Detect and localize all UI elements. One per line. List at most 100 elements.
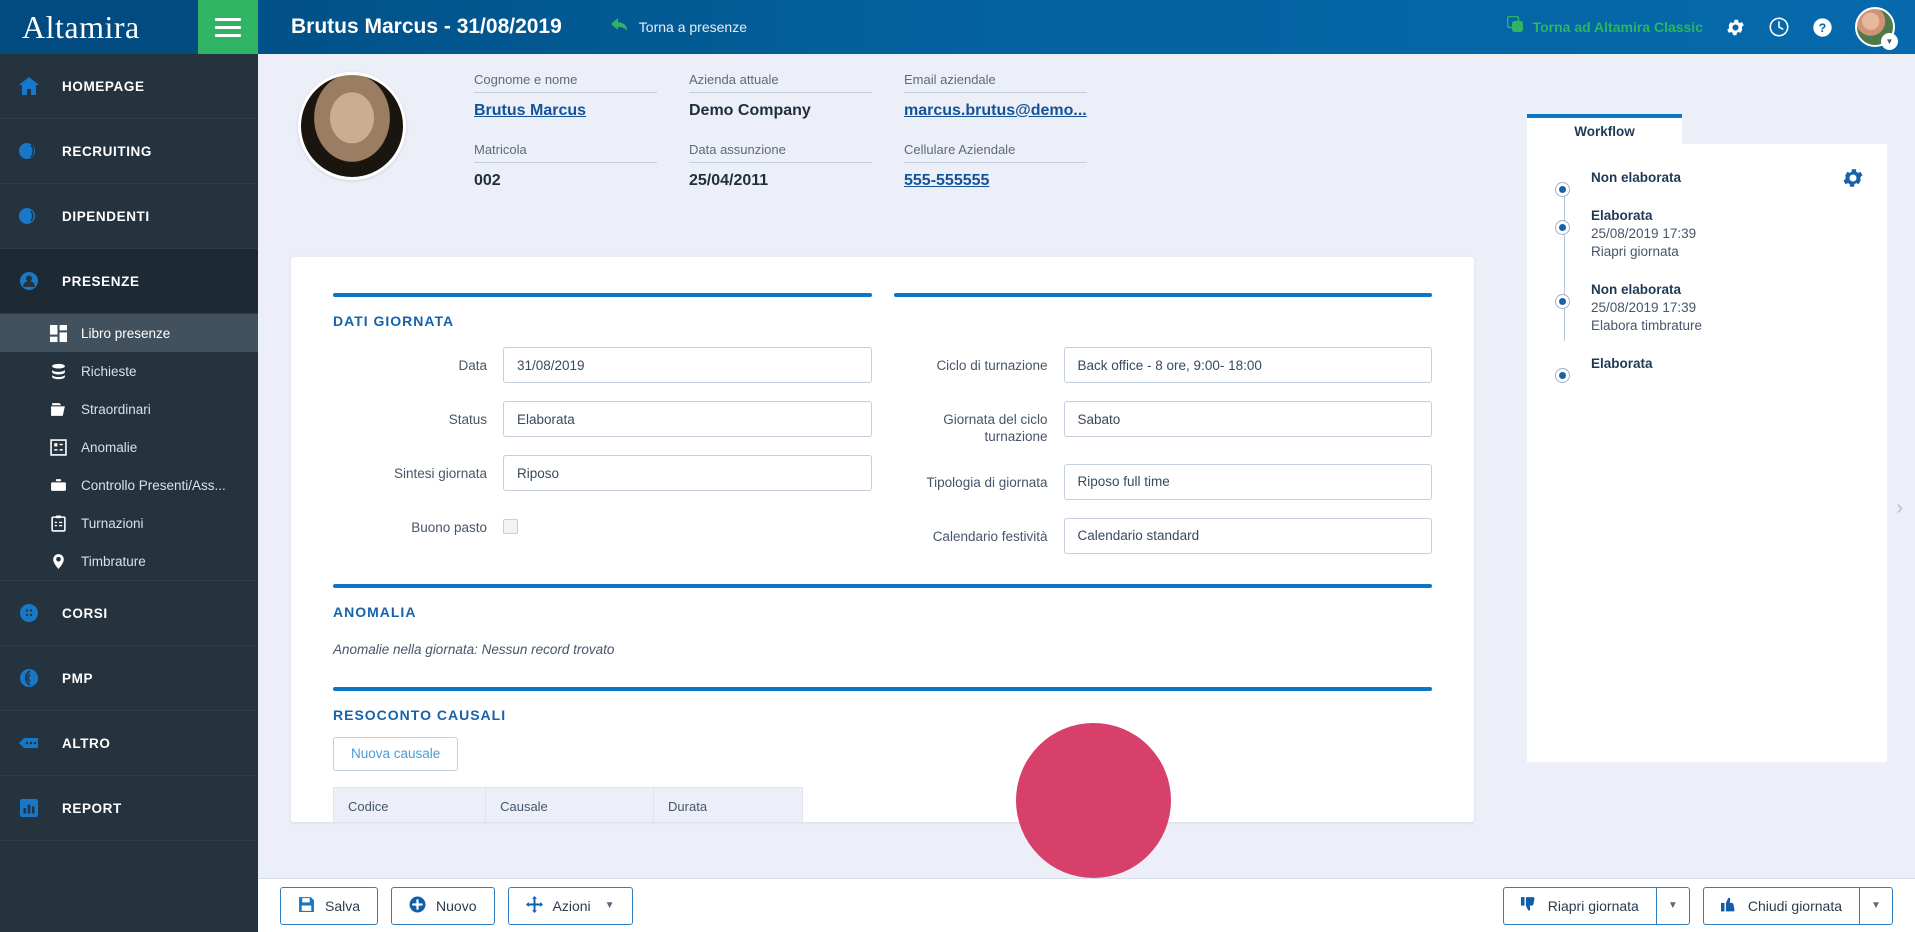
nuova-causale-button[interactable]: Nuova causale xyxy=(333,736,459,771)
reopen-day-button[interactable]: Riapri giornata xyxy=(1502,886,1656,925)
page-title: Brutus Marcus - 31/08/2019 xyxy=(291,15,562,38)
close-day-button[interactable]: Chiudi giornata xyxy=(1702,886,1859,925)
giornata-ciclo-input[interactable]: Sabato xyxy=(1063,401,1432,437)
main-content: Cognome e nome Brutus Marcus Matricola 0… xyxy=(258,54,1915,932)
employee-field: Cognome e nome Brutus Marcus xyxy=(474,72,689,120)
home-icon xyxy=(14,74,44,98)
sidebar-label: PRESENZE xyxy=(62,273,140,289)
field-label: Data xyxy=(458,358,487,373)
employee-photo xyxy=(298,72,406,180)
sidebar-item-timbrature[interactable]: Timbrature xyxy=(0,542,258,580)
day-data-form: Data 31/08/2019 Status Elaborata Sintesi… xyxy=(291,329,1474,554)
employee-field: Data assunzione 25/04/2011 xyxy=(689,142,904,190)
top-bar: Altamira Brutus Marcus - 31/08/2019 Torn… xyxy=(0,0,1915,54)
form-row-sintesi: Sintesi giornata Riposo xyxy=(333,455,872,491)
sidebar-item-recruiting[interactable]: RECRUITING xyxy=(0,119,258,184)
recruiting-icon xyxy=(14,139,44,163)
field-value[interactable]: Brutus Marcus xyxy=(474,93,689,120)
new-label: Nuovo xyxy=(436,897,477,914)
altamira-classic-link[interactable]: Torna ad Altamira Classic xyxy=(1506,15,1703,38)
back-to-attendance-link[interactable]: Torna a presenze xyxy=(610,17,747,37)
field-value[interactable]: marcus.brutus@demo... xyxy=(904,93,1119,120)
sidebar: HOMEPAGE RECRUITING DIPENDENTI PRESENZE … xyxy=(0,54,258,932)
form-column-left: Data 31/08/2019 Status Elaborata Sintesi… xyxy=(333,329,872,554)
field-label: Buono pasto xyxy=(411,520,487,535)
workflow-step: Non elaborata xyxy=(1555,170,1867,197)
sidebar-label: DIPENDENTI xyxy=(62,208,150,224)
field-label: Email aziendale xyxy=(904,72,1087,93)
sidebar-label: ALTRO xyxy=(62,735,111,751)
sidebar-label: PMP xyxy=(62,670,94,686)
new-button[interactable]: Nuovo xyxy=(391,886,495,925)
sidebar-label: CORSI xyxy=(62,605,108,621)
sidebar-item-controllo-presenti[interactable]: Controllo Presenti/Ass... xyxy=(0,466,258,504)
chevron-down-icon[interactable]: ▼ xyxy=(605,900,615,911)
help-icon[interactable]: ? xyxy=(1812,17,1833,38)
sidebar-item-richieste[interactable]: Richieste xyxy=(0,352,258,390)
column-header-durata: Durata xyxy=(653,786,803,822)
workflow-step-action: Riapri giornata xyxy=(1591,244,1679,259)
form-row-data: Data 31/08/2019 xyxy=(333,347,872,383)
save-button[interactable]: Salva xyxy=(280,886,379,925)
status-input[interactable]: Elaborata xyxy=(503,401,872,437)
sidebar-item-presenze[interactable]: PRESENZE xyxy=(0,249,258,314)
save-icon xyxy=(298,896,315,916)
sidebar-item-altro[interactable]: ALTRO xyxy=(0,711,258,776)
sidebar-sub-label: Anomalie xyxy=(81,439,138,455)
workflow-step-state: Non elaborata xyxy=(1591,170,1682,185)
top-bar-actions: Torna ad Altamira Classic ? ▼ xyxy=(1506,7,1915,50)
actions-button[interactable]: Azioni ▼ xyxy=(507,886,633,925)
calendario-festivita-input[interactable]: Calendario standard xyxy=(1063,517,1432,554)
tab-workflow[interactable]: Workflow xyxy=(1527,114,1682,144)
workflow-step-timestamp: 25/08/2019 17:39 xyxy=(1591,300,1697,315)
buono-pasto-checkbox[interactable] xyxy=(503,519,518,534)
bottom-toolbar: Salva Nuovo Azioni ▼ Riapri giornata ▼ C… xyxy=(258,878,1915,932)
sidebar-item-dipendenti[interactable]: DIPENDENTI xyxy=(0,184,258,249)
ciclo-turnazione-input[interactable]: Back office - 8 ore, 9:00- 18:00 xyxy=(1063,347,1432,383)
gear-icon[interactable] xyxy=(1725,17,1746,38)
sidebar-item-report[interactable]: REPORT xyxy=(0,776,258,841)
sidebar-sub-label: Straordinari xyxy=(81,401,151,417)
sidebar-item-anomalie[interactable]: Anomalie xyxy=(0,428,258,466)
pmp-icon xyxy=(14,666,44,690)
table-header-row: Codice Causale Durata xyxy=(332,786,803,822)
sidebar-sub-label: Richieste xyxy=(81,363,137,379)
sintesi-giornata-input[interactable]: Riposo xyxy=(503,455,872,491)
employee-fields: Cognome e nome Brutus Marcus Matricola 0… xyxy=(474,72,1119,212)
form-row-buono-pasto: Buono pasto xyxy=(333,509,872,537)
chevron-down-icon[interactable]: ▼ xyxy=(1859,886,1893,925)
chevron-down-icon[interactable]: ▼ xyxy=(1881,33,1898,50)
courses-icon xyxy=(14,601,44,625)
field-value[interactable]: 555-555555 xyxy=(904,163,1119,190)
rule-right xyxy=(893,293,1432,297)
section-rules xyxy=(291,257,1474,297)
field-value: 25/04/2011 xyxy=(689,172,769,189)
form-row-ciclo-turnazione: Ciclo di turnazione Back office - 8 ore,… xyxy=(894,347,1432,383)
sidebar-item-homepage[interactable]: HOMEPAGE xyxy=(0,54,258,119)
thumbs-down-icon xyxy=(1520,896,1538,916)
sidebar-item-corsi[interactable]: CORSI xyxy=(0,581,258,646)
next-day-arrow[interactable]: › xyxy=(1896,497,1903,520)
sidebar-sub-label: Turnazioni xyxy=(81,515,144,531)
clock-icon[interactable] xyxy=(1768,16,1790,38)
sidebar-item-libro-presenze[interactable]: Libro presenze xyxy=(0,314,258,352)
column-header-codice: Codice xyxy=(332,786,487,822)
hamburger-icon[interactable] xyxy=(198,0,258,54)
sidebar-label: REPORT xyxy=(62,800,122,816)
employee-field: Azienda attuale Demo Company xyxy=(689,72,904,120)
other-icon xyxy=(14,731,44,755)
field-label: Azienda attuale xyxy=(689,72,872,93)
decorative-circle xyxy=(1016,723,1171,878)
sidebar-item-turnazioni[interactable]: Turnazioni xyxy=(0,504,258,542)
sidebar-item-pmp[interactable]: PMP xyxy=(0,646,258,711)
chevron-down-icon[interactable]: ▼ xyxy=(1655,886,1690,925)
report-icon xyxy=(14,796,44,820)
data-input[interactable]: 31/08/2019 xyxy=(503,347,872,383)
pin-icon xyxy=(48,553,68,570)
avatar[interactable]: ▼ xyxy=(1855,7,1898,50)
field-label: Ciclo di turnazione xyxy=(936,358,1048,373)
tipologia-giornata-input[interactable]: Riposo full time xyxy=(1063,463,1432,500)
section-title-dati-giornata: DATI GIORNATA xyxy=(333,313,455,329)
field-label: Status xyxy=(448,412,487,427)
sidebar-item-straordinari[interactable]: Straordinari xyxy=(0,390,258,428)
